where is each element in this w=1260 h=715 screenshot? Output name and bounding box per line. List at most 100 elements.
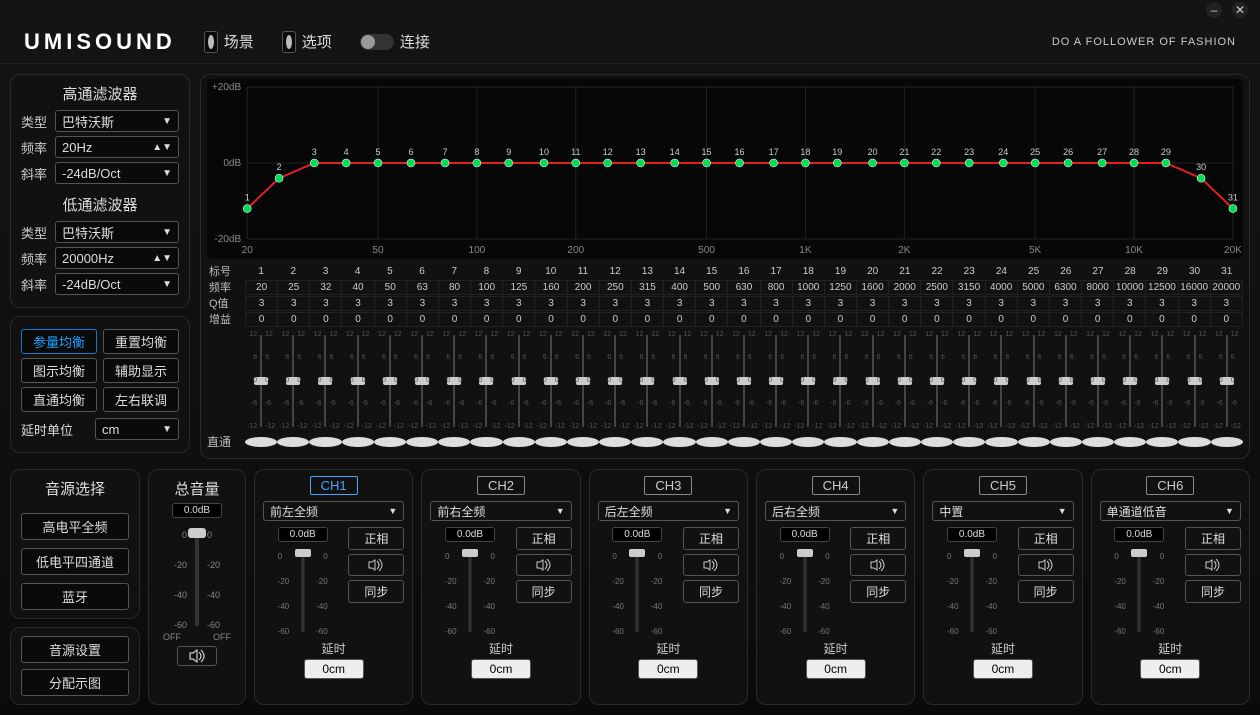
eq-gain-cell[interactable]: 0 (889, 312, 921, 327)
channel-delay-value[interactable]: 0cm (304, 659, 364, 679)
lpf-type-select[interactable]: 巴特沃斯▼ (55, 221, 179, 243)
eq-bypass-dot[interactable] (985, 437, 1017, 447)
hi-level-button[interactable]: 高电平全频 (21, 513, 129, 540)
eq-freq-cell[interactable]: 100 (471, 280, 503, 295)
eq-gain-cell[interactable]: 0 (310, 312, 342, 327)
eq-gain-cell[interactable]: 0 (245, 312, 278, 327)
eq-band-slider[interactable]: 12126600-6-6-12-12 (281, 331, 305, 431)
eq-bypass-dot[interactable] (1178, 437, 1210, 447)
eq-q-cell[interactable]: 3 (1211, 296, 1243, 311)
eq-q-cell[interactable]: 3 (278, 296, 310, 311)
eq-bypass-dot[interactable] (374, 437, 406, 447)
eq-q-cell[interactable]: 3 (407, 296, 439, 311)
eq-freq-cell[interactable]: 500 (696, 280, 728, 295)
eq-band-slider[interactable]: 12126600-6-6-12-12 (957, 331, 981, 431)
eq-freq-cell[interactable]: 6300 (1050, 280, 1082, 295)
eq-band-slider[interactable]: 12126600-6-6-12-12 (442, 331, 466, 431)
channel-phase-button[interactable]: 正相 (1018, 527, 1074, 550)
eq-q-cell[interactable]: 3 (535, 296, 567, 311)
channel-phase-button[interactable]: 正相 (348, 527, 404, 550)
eq-bypass-dot[interactable] (921, 437, 953, 447)
eq-band-slider[interactable]: 12126600-6-6-12-12 (1086, 331, 1110, 431)
eq-band-slider[interactable]: 12126600-6-6-12-12 (893, 331, 917, 431)
eq-gain-cell[interactable]: 0 (793, 312, 825, 327)
eq-freq-cell[interactable]: 3150 (953, 280, 985, 295)
channel-phase-button[interactable]: 正相 (516, 527, 572, 550)
master-mute-button[interactable] (177, 646, 217, 666)
bluetooth-button[interactable]: 蓝牙 (21, 583, 129, 610)
eq-gain-cell[interactable]: 0 (953, 312, 985, 327)
eq-bypass-dot[interactable] (1211, 437, 1243, 447)
eq-q-cell[interactable]: 3 (696, 296, 728, 311)
eq-band-slider[interactable]: 12126600-6-6-12-12 (346, 331, 370, 431)
eq-gain-cell[interactable]: 0 (1082, 312, 1114, 327)
eq-freq-cell[interactable]: 63 (407, 280, 439, 295)
eq-graph[interactable]: +20dB0dB-20dB20501002005001K2K5K10K20K12… (207, 79, 1243, 259)
eq-band-slider[interactable]: 12126600-6-6-12-12 (1022, 331, 1046, 431)
close-button[interactable]: ✕ (1232, 2, 1248, 18)
channel-volume-slider[interactable]: 00-20-20-40-40-60-60 (278, 546, 328, 636)
channel-name-select[interactable]: 前左全频▼ (263, 501, 404, 521)
eq-bypass-dot[interactable] (277, 437, 309, 447)
eq-band-slider[interactable]: 12126600-6-6-12-12 (603, 331, 627, 431)
channel-id-button[interactable]: CH6 (1146, 476, 1194, 495)
eq-freq-cell[interactable]: 315 (632, 280, 664, 295)
eq-band-slider[interactable]: 12126600-6-6-12-12 (1150, 331, 1174, 431)
eq-q-cell[interactable]: 3 (245, 296, 278, 311)
channel-volume-slider[interactable]: 00-20-20-40-40-60-60 (445, 546, 495, 636)
eq-gain-cell[interactable]: 0 (1114, 312, 1146, 327)
eq-band-slider[interactable]: 12126600-6-6-12-12 (861, 331, 885, 431)
eq-freq-cell[interactable]: 50 (375, 280, 407, 295)
hpf-type-select[interactable]: 巴特沃斯▼ (55, 110, 179, 132)
eq-band-slider[interactable]: 12126600-6-6-12-12 (732, 331, 756, 431)
eq-bypass-dot[interactable] (470, 437, 502, 447)
eq-band-slider[interactable]: 12126600-6-6-12-12 (474, 331, 498, 431)
eq-band-slider[interactable]: 12126600-6-6-12-12 (249, 331, 273, 431)
lr-link-button[interactable]: 左右联调 (103, 387, 179, 412)
channel-delay-value[interactable]: 0cm (1140, 659, 1200, 679)
eq-gain-cell[interactable]: 0 (439, 312, 471, 327)
eq-bypass-dot[interactable] (1146, 437, 1178, 447)
eq-freq-cell[interactable]: 10000 (1114, 280, 1146, 295)
eq-band-slider[interactable]: 12126600-6-6-12-12 (796, 331, 820, 431)
eq-bypass-dot[interactable] (503, 437, 535, 447)
eq-gain-cell[interactable]: 0 (503, 312, 535, 327)
channel-delay-value[interactable]: 0cm (638, 659, 698, 679)
assign-diagram-button[interactable]: 分配示图 (21, 669, 129, 696)
channel-name-select[interactable]: 后左全频▼ (598, 501, 739, 521)
eq-bypass-dot[interactable] (342, 437, 374, 447)
eq-q-cell[interactable]: 3 (761, 296, 793, 311)
aux-display-button[interactable]: 辅助显示 (103, 358, 179, 383)
lpf-freq-select[interactable]: 20000Hz▲▼ (55, 247, 179, 269)
eq-freq-cell[interactable]: 2000 (889, 280, 921, 295)
eq-q-cell[interactable]: 3 (825, 296, 857, 311)
eq-bypass-dot[interactable] (1114, 437, 1146, 447)
scene-toggle[interactable]: 场景 (204, 31, 254, 53)
eq-freq-cell[interactable]: 4000 (986, 280, 1018, 295)
eq-gain-cell[interactable]: 0 (568, 312, 600, 327)
eq-freq-cell[interactable]: 160 (535, 280, 567, 295)
eq-bypass-dot[interactable] (245, 437, 277, 447)
channel-delay-value[interactable]: 0cm (471, 659, 531, 679)
channel-id-button[interactable]: CH4 (812, 476, 860, 495)
eq-gain-cell[interactable]: 0 (407, 312, 439, 327)
channel-volume-slider[interactable]: 00-20-20-40-40-60-60 (947, 546, 997, 636)
eq-q-cell[interactable]: 3 (1114, 296, 1146, 311)
eq-freq-cell[interactable]: 2500 (921, 280, 953, 295)
eq-q-cell[interactable]: 3 (600, 296, 632, 311)
eq-gain-cell[interactable]: 0 (921, 312, 953, 327)
graphic-eq-button[interactable]: 图示均衡 (21, 358, 97, 383)
eq-gain-cell[interactable]: 0 (857, 312, 889, 327)
eq-freq-cell[interactable]: 32 (310, 280, 342, 295)
channel-mute-button[interactable] (1185, 554, 1241, 576)
eq-band-slider[interactable]: 12126600-6-6-12-12 (764, 331, 788, 431)
eq-band-slider[interactable]: 12126600-6-6-12-12 (410, 331, 434, 431)
eq-bypass-dot[interactable] (599, 437, 631, 447)
eq-freq-cell[interactable]: 250 (600, 280, 632, 295)
eq-freq-cell[interactable]: 125 (503, 280, 535, 295)
channel-sync-button[interactable]: 同步 (1018, 580, 1074, 603)
eq-freq-cell[interactable]: 1250 (825, 280, 857, 295)
eq-q-cell[interactable]: 3 (568, 296, 600, 311)
channel-id-button[interactable]: CH1 (310, 476, 358, 495)
channel-volume-slider[interactable]: 00-20-20-40-40-60-60 (1114, 546, 1164, 636)
